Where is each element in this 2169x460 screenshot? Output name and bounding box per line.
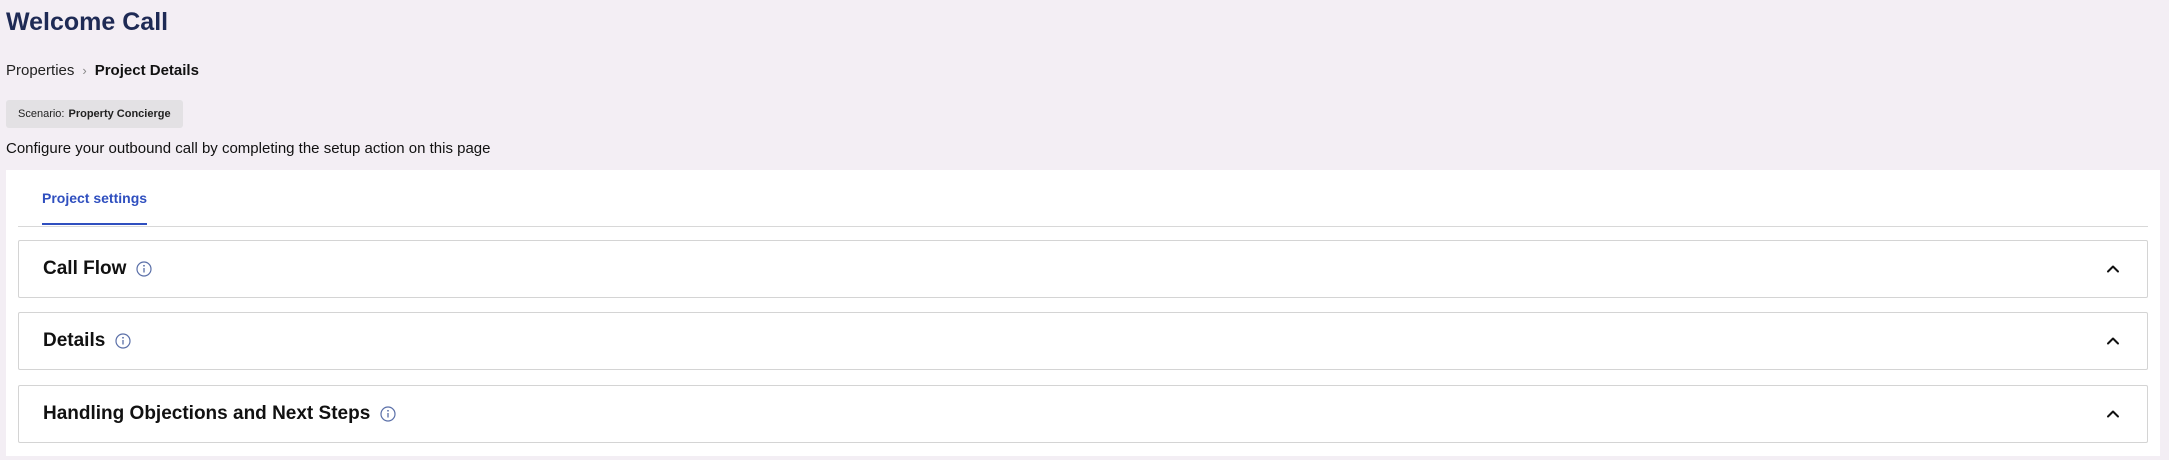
page-title: Welcome Call — [6, 8, 169, 36]
chevron-right-icon: › — [82, 63, 87, 78]
info-icon[interactable] — [380, 406, 396, 422]
scenario-label: Scenario: — [18, 108, 65, 120]
info-icon[interactable] — [136, 261, 153, 277]
breadcrumb-item-project-details: Project Details — [94, 62, 199, 79]
section-title: Details — [43, 330, 106, 351]
section-header: Call Flow — [43, 241, 153, 297]
project-settings-card: Project settings Call Flow Details Handl… — [6, 170, 2160, 456]
breadcrumb-item-properties[interactable]: Properties — [6, 62, 74, 79]
scenario-badge: Scenario: Property Concierge — [6, 100, 183, 128]
section-header: Handling Objections and Next Steps — [43, 386, 396, 442]
section-details[interactable]: Details — [18, 312, 2148, 370]
section-handling-objections[interactable]: Handling Objections and Next Steps — [18, 385, 2148, 443]
tab-project-settings[interactable]: Project settings — [42, 170, 148, 225]
section-call-flow[interactable]: Call Flow — [18, 240, 2148, 298]
section-title: Handling Objections and Next Steps — [43, 403, 371, 424]
info-icon[interactable] — [115, 333, 131, 349]
section-header: Details — [43, 313, 131, 369]
intro-text: Configure your outbound call by completi… — [6, 140, 491, 157]
scenario-value: Property Concierge — [68, 108, 171, 120]
section-title: Call Flow — [43, 258, 127, 279]
chevron-up-icon[interactable] — [2105, 333, 2121, 349]
tab-bar: Project settings — [18, 170, 2148, 227]
chevron-up-icon[interactable] — [2105, 406, 2121, 422]
breadcrumb: Properties › Project Details — [6, 62, 199, 79]
chevron-up-icon[interactable] — [2105, 261, 2121, 277]
